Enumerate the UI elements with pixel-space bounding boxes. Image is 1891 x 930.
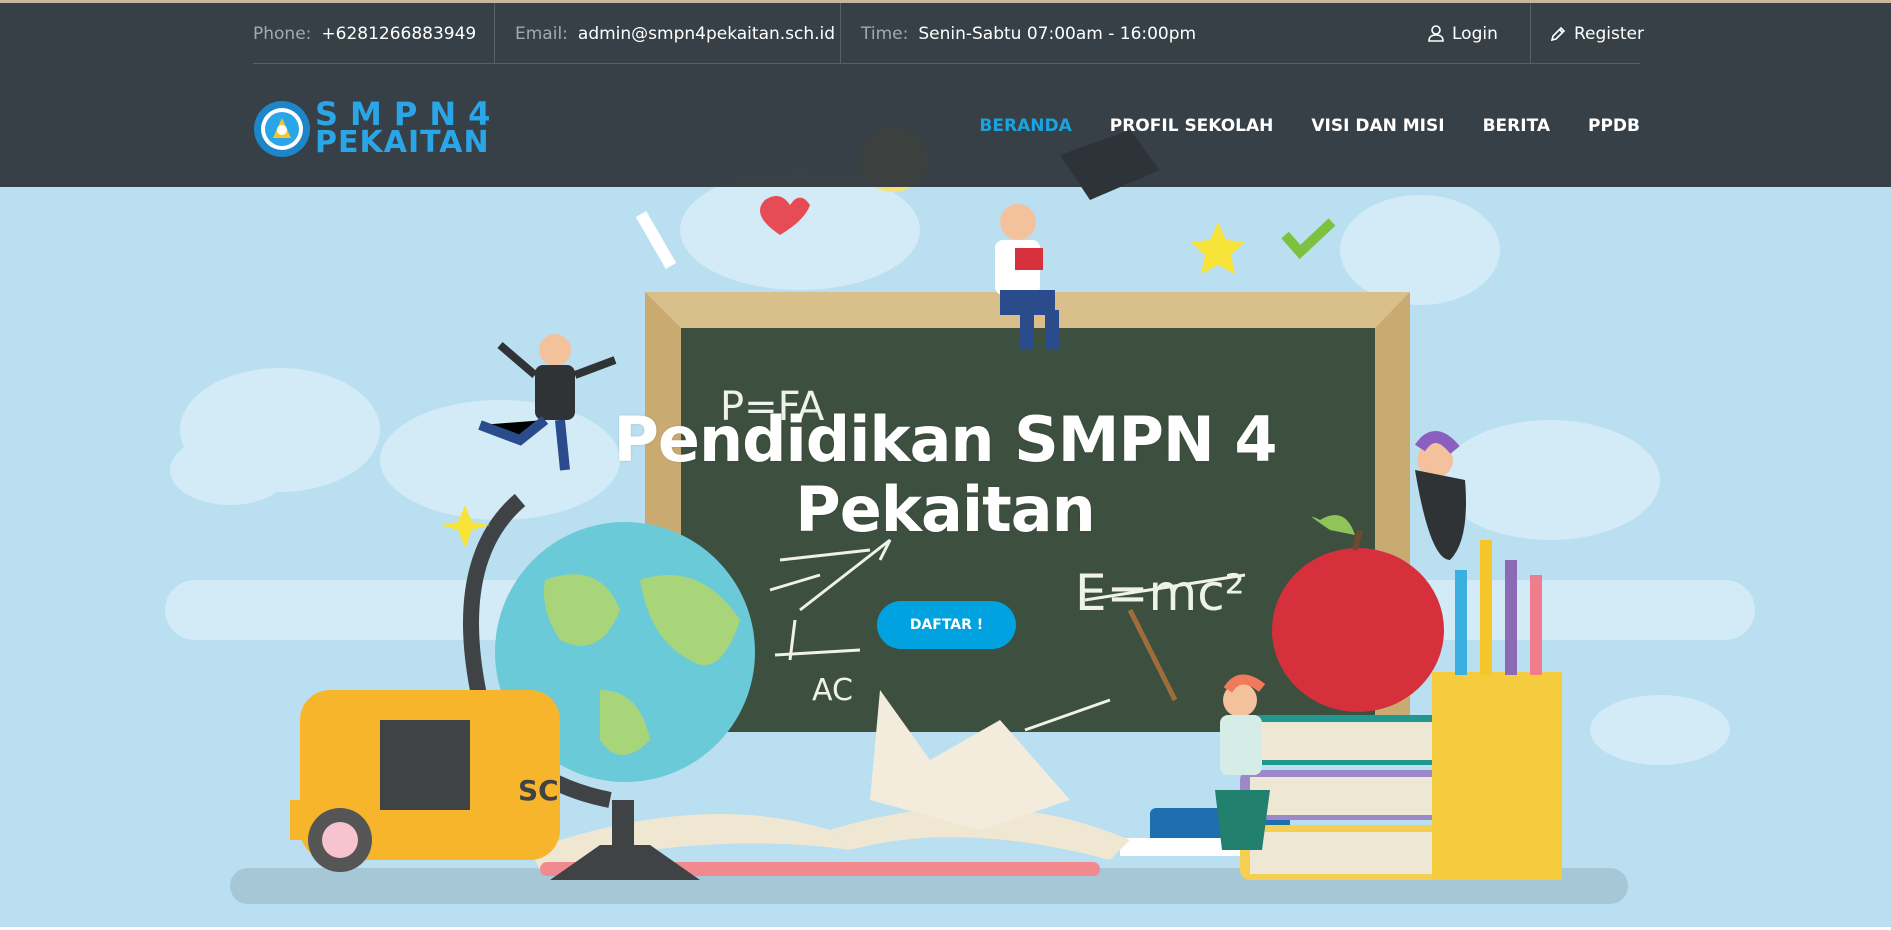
check-decoration xyxy=(1281,218,1336,260)
school-emblem-icon xyxy=(254,101,310,157)
chalk-formula-3: AC xyxy=(812,673,853,708)
apple xyxy=(1272,548,1444,712)
svg-text:SC: SC xyxy=(518,774,559,807)
login-link[interactable]: Login xyxy=(1428,3,1498,64)
site-header: Phone: +6281266883949 Email: admin@smpn4… xyxy=(0,0,1891,187)
email-label: Email: xyxy=(515,23,568,44)
email-info: Email: admin@smpn4pekaitan.sch.id xyxy=(515,3,835,64)
page: P=FA E=mc² AC SC Phone: +6281266883949 E… xyxy=(0,0,1891,930)
topbar-divider xyxy=(1530,3,1531,64)
diploma-decoration xyxy=(635,211,677,269)
daftar-button[interactable]: DAFTAR ! xyxy=(877,601,1016,649)
chalk-formula-2: E=mc² xyxy=(1075,564,1245,622)
hero-title-line1: Pendidikan SMPN 4 xyxy=(613,403,1277,476)
hero-title-line2: Pekaitan xyxy=(795,473,1095,546)
topbar-divider xyxy=(840,3,841,64)
nav-item-berita[interactable]: BERITA xyxy=(1483,116,1550,136)
nav-item-ppdb[interactable]: PPDB xyxy=(1588,116,1640,136)
star-decoration xyxy=(1191,222,1245,274)
user-icon xyxy=(1428,25,1444,42)
logo-text-line2: PEKAITAN xyxy=(315,125,490,160)
nav-item-beranda[interactable]: BERANDA xyxy=(979,116,1071,136)
register-label: Register xyxy=(1574,23,1644,44)
hero-title: Pendidikan SMPN 4 Pekaitan xyxy=(545,405,1345,545)
email-value: admin@smpn4pekaitan.sch.id xyxy=(577,23,836,44)
phone-info: Phone: +6281266883949 xyxy=(253,3,476,64)
nav-item-profil-sekolah[interactable]: PROFIL SEKOLAH xyxy=(1110,116,1274,136)
site-logo[interactable]: SMPN4 PEKAITAN xyxy=(253,98,498,158)
nav-item-visi-dan-misi[interactable]: VISI DAN MISI xyxy=(1311,116,1444,136)
login-label: Login xyxy=(1452,23,1498,44)
pencil-icon xyxy=(1550,26,1566,41)
phone-label: Phone: xyxy=(253,23,312,44)
time-label: Time: xyxy=(861,23,909,44)
topbar-divider xyxy=(494,3,495,64)
main-nav: BERANDA PROFIL SEKOLAH VISI DAN MISI BER… xyxy=(941,103,1640,149)
time-info: Time: Senin-Sabtu 07:00am - 16:00pm xyxy=(861,3,1196,64)
time-value: Senin-Sabtu 07:00am - 16:00pm xyxy=(918,23,1197,44)
pencil-cup xyxy=(1432,672,1562,880)
phone-value: +6281266883949 xyxy=(321,23,477,44)
register-link[interactable]: Register xyxy=(1550,3,1644,64)
topbar: Phone: +6281266883949 Email: admin@smpn4… xyxy=(253,3,1644,64)
